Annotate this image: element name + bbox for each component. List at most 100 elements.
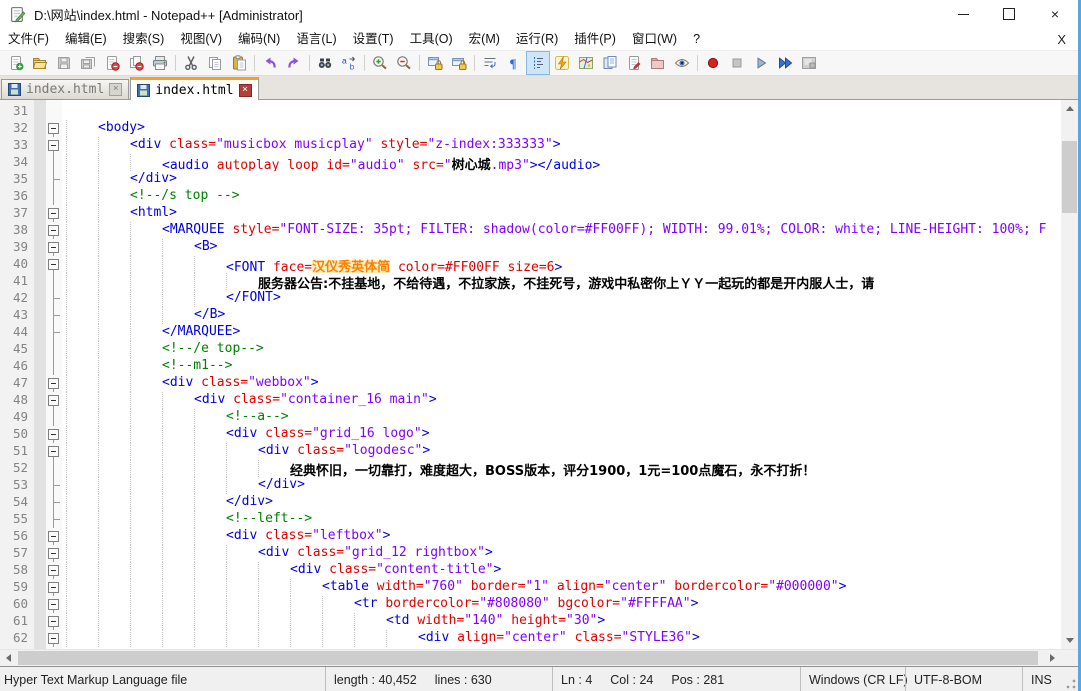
fold-collapse-icon[interactable] [48,259,59,270]
menu-item-?[interactable]: ? [685,28,708,50]
file-monitoring-icon[interactable] [670,51,694,75]
fold-collapse-icon[interactable] [48,582,59,593]
menu-item-e[interactable]: 编辑(E) [57,28,115,50]
horizontal-scroll-thumb[interactable] [18,651,1038,665]
code-line-text[interactable]: <div align="center" class="STYLE36"> [62,630,1061,647]
close-document-icon[interactable]: X [1057,32,1066,47]
menu-item-r[interactable]: 运行(R) [508,28,566,50]
bookmark-margin[interactable] [34,630,46,647]
sync-vertical-scroll-icon[interactable] [423,51,447,75]
scroll-down-icon[interactable] [1061,632,1078,649]
bookmark-margin[interactable] [34,477,46,494]
code-line-text[interactable]: <audio autoplay loop id="audio" src="树心城… [62,154,1061,171]
bookmark-margin[interactable] [34,137,46,154]
code-line-text[interactable]: <body> [62,120,1061,137]
function-list-icon[interactable] [550,51,574,75]
scroll-left-icon[interactable] [0,650,17,666]
close-tab-icon[interactable]: × [109,83,122,96]
cut-icon[interactable] [179,51,203,75]
close-file-icon[interactable] [100,51,124,75]
resize-grip[interactable] [1062,667,1078,691]
menu-item-v[interactable]: 视图(V) [172,28,230,50]
code-line-text[interactable]: </B> [62,307,1061,324]
bookmark-margin[interactable] [34,545,46,562]
redo-icon[interactable] [282,51,306,75]
menu-item-s[interactable]: 搜索(S) [115,28,173,50]
fold-collapse-icon[interactable] [48,531,59,542]
fold-collapse-icon[interactable] [48,565,59,576]
menu-item-f[interactable]: 文件(F) [0,28,57,50]
code-line-text[interactable]: <tr bordercolor="#808080" bgcolor="#FFFF… [62,596,1061,613]
code-editor[interactable]: 3132<body>33<div class="musicbox musicpl… [0,100,1061,649]
fold-collapse-icon[interactable] [48,616,59,627]
bookmark-margin[interactable] [34,188,46,205]
code-line-text[interactable]: <B> [62,239,1061,256]
code-line-text[interactable]: <!--left--> [62,511,1061,528]
find-icon[interactable] [313,51,337,75]
bookmark-margin[interactable] [34,256,46,273]
tab-1-index.html[interactable]: index.html× [1,79,129,99]
code-line-text[interactable]: </div> [62,494,1061,511]
bookmark-margin[interactable] [34,528,46,545]
menu-item-m[interactable]: 宏(M) [461,28,508,50]
bookmark-margin[interactable] [34,562,46,579]
bookmark-margin[interactable] [34,426,46,443]
code-line-text[interactable]: <html> [62,205,1061,222]
code-line-text[interactable]: <FONT face=汉仪秀英体简 color=#FF00FF size=6> [62,256,1061,273]
fold-collapse-icon[interactable] [48,140,59,151]
print-icon[interactable] [148,51,172,75]
new-file-icon[interactable] [4,51,28,75]
fold-collapse-icon[interactable] [48,395,59,406]
fold-collapse-icon[interactable] [48,242,59,253]
code-line-text[interactable]: <td width="140" height="30"> [62,613,1061,630]
bookmark-margin[interactable] [34,171,46,188]
start-recording-icon[interactable] [701,51,725,75]
code-line-text[interactable]: <div class="grid_12 rightbox"> [62,545,1061,562]
close-tab-icon[interactable]: × [239,84,252,97]
zoom-out-icon[interactable] [392,51,416,75]
bookmark-margin[interactable] [34,409,46,426]
menu-item-t[interactable]: 设置(T) [345,28,402,50]
bookmark-margin[interactable] [34,392,46,409]
close-all-icon[interactable] [124,51,148,75]
maximize-button[interactable] [986,0,1032,28]
bookmark-margin[interactable] [34,511,46,528]
code-line-text[interactable]: <div class="musicbox musicplay" style="z… [62,137,1061,154]
fold-collapse-icon[interactable] [48,378,59,389]
code-line-text[interactable]: <!--a--> [62,409,1061,426]
code-line-text[interactable]: <!--/s top --> [62,188,1061,205]
code-line-text[interactable]: <table width="760" border="1" align="cen… [62,579,1061,596]
bookmark-margin[interactable] [34,375,46,392]
document-map-icon[interactable] [574,51,598,75]
vertical-scroll-thumb[interactable] [1062,141,1077,213]
menu-item-l[interactable]: 语言(L) [288,28,344,50]
scroll-up-icon[interactable] [1061,100,1078,117]
bookmark-margin[interactable] [34,154,46,171]
menu-item-w[interactable]: 窗口(W) [624,28,685,50]
fold-collapse-icon[interactable] [48,633,59,644]
fold-collapse-icon[interactable] [48,123,59,134]
code-line-text[interactable] [62,103,1061,120]
bookmark-margin[interactable] [34,596,46,613]
bookmark-margin[interactable] [34,290,46,307]
bookmark-margin[interactable] [34,205,46,222]
run-macro-multiple-icon[interactable] [773,51,797,75]
code-line-text[interactable]: <div class="content-title"> [62,562,1061,579]
fold-collapse-icon[interactable] [48,225,59,236]
sync-horizontal-scroll-icon[interactable] [447,51,471,75]
code-line-text[interactable]: <div class="container_16 main"> [62,392,1061,409]
undo-icon[interactable] [258,51,282,75]
code-line-text[interactable]: <div class="logodesc"> [62,443,1061,460]
fold-collapse-icon[interactable] [48,599,59,610]
scroll-right-icon[interactable] [1044,650,1061,666]
copy-icon[interactable] [203,51,227,75]
bookmark-margin[interactable] [34,460,46,477]
code-line-text[interactable]: </FONT> [62,290,1061,307]
bookmark-margin[interactable] [34,103,46,120]
horizontal-scroll-track[interactable] [17,650,1044,666]
paste-icon[interactable] [227,51,251,75]
fold-collapse-icon[interactable] [48,208,59,219]
bookmark-margin[interactable] [34,307,46,324]
replace-icon[interactable]: ab [337,51,361,75]
menu-item-o[interactable]: 工具(O) [402,28,461,50]
